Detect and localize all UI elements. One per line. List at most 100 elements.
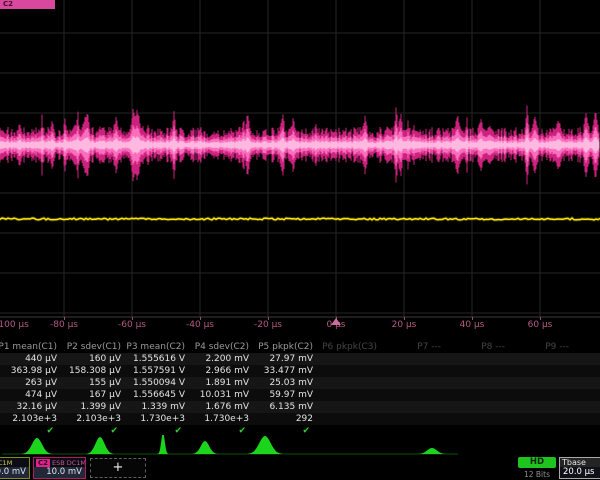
measurement-cell: 474 µV [0, 389, 62, 401]
measurement-cell: 1.730e+3 [190, 413, 254, 425]
measurement-cell [574, 353, 600, 365]
param-header-p4[interactable]: P4 sdev(C2) [190, 341, 254, 353]
measurement-cell: 1.556645 V [126, 389, 190, 401]
histicon[interactable] [87, 437, 114, 454]
param-header-p9[interactable]: P9 --- [510, 341, 574, 353]
measurement-cell [446, 377, 510, 389]
measurement-cell [510, 389, 574, 401]
time-axis: -100 µs-80 µs-60 µs-40 µs-20 µs0 µs20 µs… [0, 317, 600, 335]
time-axis-tick [200, 317, 201, 320]
trigger-position-marker[interactable] [331, 318, 341, 325]
measurement-cell: 2.200 mV [190, 353, 254, 365]
timebase-descriptor[interactable]: Tbase 20.0 µs [559, 457, 600, 479]
time-axis-label: 60 µs [528, 320, 553, 330]
measurement-cell: 2.103e+3 [0, 413, 62, 425]
measurement-cell: 363.98 µV [0, 365, 62, 377]
c2-badge: C2 [36, 459, 50, 467]
trace-tab-c2[interactable]: C2 [0, 0, 55, 9]
measurement-cell: 27.97 mV [254, 353, 318, 365]
measurement-cell: 1.399 µV [62, 401, 126, 413]
measurement-cell: 160 µV [62, 353, 126, 365]
c1-descriptor-header: C1 DC1M [0, 458, 29, 467]
measurement-cell [446, 365, 510, 377]
measurement-cell [382, 377, 446, 389]
histicon[interactable] [158, 435, 168, 454]
param-header-p7[interactable]: P7 --- [382, 341, 446, 353]
channel-descriptor-c2[interactable]: C2 ESB DC1M 10.0 mV [33, 457, 86, 479]
time-axis-label: -80 µs [50, 320, 78, 330]
measurement-cell: 25.03 mV [254, 377, 318, 389]
measurement-cell [446, 401, 510, 413]
measurement-cell: 59.97 mV [254, 389, 318, 401]
c2-coupling-label: DC1M [67, 459, 86, 467]
measurement-table: P1 mean(C1)P2 sdev(C1)P3 mean(C2)P4 sdev… [0, 341, 600, 437]
c1-volts-per-div: 10.0 mV [0, 467, 29, 478]
measurement-cell [318, 389, 382, 401]
measurement-cell: 1.550094 V [126, 377, 190, 389]
histicon[interactable] [248, 436, 282, 454]
measurement-cell [446, 389, 510, 401]
param-header-p2[interactable]: P2 sdev(C1) [62, 341, 126, 353]
measurement-cell [382, 413, 446, 425]
hd-badge[interactable]: HD [518, 457, 556, 468]
c2-volts-per-div: 10.0 mV [34, 467, 85, 478]
time-axis-label: -40 µs [186, 320, 214, 330]
histicon[interactable] [418, 448, 446, 454]
measurement-cell: 1.891 mV [190, 377, 254, 389]
time-axis-label: -20 µs [254, 320, 282, 330]
measurement-cell [446, 413, 510, 425]
param-header-p6[interactable]: P6 pkpk(C3) [318, 341, 382, 353]
measurement-cell: 1.557591 V [126, 365, 190, 377]
param-header-p8[interactable]: P8 --- [446, 341, 510, 353]
tbase-label: Tbase [560, 458, 600, 467]
measurement-cell [510, 353, 574, 365]
tbase-value: 20.0 µs [560, 467, 600, 478]
time-axis-label: -100 µs [0, 320, 29, 330]
time-axis-tick [472, 317, 473, 320]
measurement-cell [318, 413, 382, 425]
measurement-cell [318, 353, 382, 365]
measurement-cell: 10.031 mV [190, 389, 254, 401]
measurement-cell [318, 365, 382, 377]
measurement-cell [318, 377, 382, 389]
measurement-cell [382, 365, 446, 377]
plus-icon: + [113, 460, 124, 475]
param-header-p10[interactable]: P10 --- [574, 341, 600, 353]
time-axis-label: 40 µs [460, 320, 485, 330]
measurement-cell [574, 377, 600, 389]
measurement-cell: 1.676 mV [190, 401, 254, 413]
measurement-histicons[interactable] [0, 435, 600, 457]
measurement-cell: 1.730e+3 [126, 413, 190, 425]
param-header-p3[interactable]: P3 mean(C2) [126, 341, 190, 353]
measurement-cell: 33.477 mV [254, 365, 318, 377]
hd-mode-indicator[interactable]: HD 12 Bits [518, 457, 556, 479]
waveform-grid: C2 [0, 0, 600, 318]
time-axis-tick [132, 317, 133, 320]
measurement-cell [382, 353, 446, 365]
measurement-cell: 263 µV [0, 377, 62, 389]
hd-bits-label: 12 Bits [518, 470, 556, 479]
measurement-cell: 1.339 mV [126, 401, 190, 413]
param-header-p1[interactable]: P1 mean(C1) [0, 341, 62, 353]
waveform-plot [0, 0, 600, 318]
time-axis-tick [268, 317, 269, 320]
measurement-cell: 1.555616 V [126, 353, 190, 365]
measurement-cell: 440 µV [0, 353, 62, 365]
oscilloscope-screen: C2 -100 µs-80 µs-60 µs-40 µs-20 µs0 µs20… [0, 0, 600, 480]
c2-descriptor-header: C2 ESB DC1M [34, 458, 85, 467]
channel-descriptor-c1[interactable]: C1 DC1M 10.0 mV [0, 457, 30, 479]
measurement-cell [574, 413, 600, 425]
add-trace-button[interactable]: + [90, 458, 146, 478]
c1-coupling-label: DC1M [0, 459, 12, 467]
measurement-cell [510, 413, 574, 425]
measurement-cell [382, 389, 446, 401]
measurement-cell: 167 µV [62, 389, 126, 401]
measurement-cell [510, 365, 574, 377]
measurement-cell: 2.966 mV [190, 365, 254, 377]
measurement-cell [574, 365, 600, 377]
param-header-p5[interactable]: P5 pkpk(C2) [254, 341, 318, 353]
histicon[interactable] [193, 441, 218, 454]
measurement-cell: 6.135 mV [254, 401, 318, 413]
measurement-cell [446, 353, 510, 365]
histicon[interactable] [22, 438, 52, 454]
